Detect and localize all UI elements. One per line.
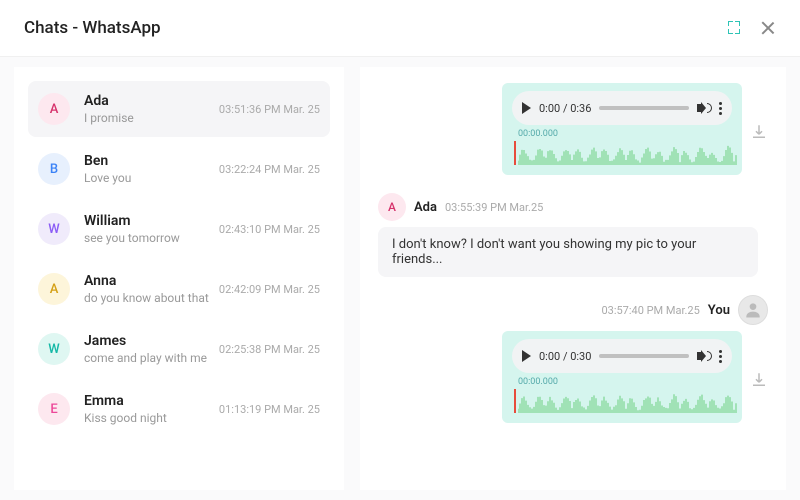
chat-info: Emma Kiss good night (84, 393, 211, 425)
message-time: 03:57:40 PM Mar.25 (601, 304, 699, 317)
text-message: I don't know? I don't want you showing m… (378, 227, 758, 277)
volume-icon[interactable] (697, 349, 711, 363)
chat-item[interactable]: E Emma Kiss good night 01:13:19 PM Mar. … (28, 381, 330, 437)
audio-player[interactable]: 0:00 / 0:36 (512, 91, 732, 125)
avatar: A (38, 93, 70, 125)
more-icon[interactable] (719, 102, 722, 115)
chat-time: 03:22:24 PM Mar. 25 (219, 163, 320, 176)
chat-list[interactable]: A Ada I promise 03:51:36 PM Mar. 25 B Be… (14, 67, 344, 490)
conversation-pane[interactable]: 0:00 / 0:36 00:00.000 A Ada 03:55:39 PM … (360, 67, 786, 490)
message-block: A Ada 03:55:39 PM Mar.25 I don't know? I… (378, 193, 768, 277)
avatar: A (38, 273, 70, 305)
chat-time: 02:25:38 PM Mar. 25 (219, 343, 320, 356)
download-icon[interactable] (750, 123, 768, 141)
waveform[interactable]: 00:00.000 (512, 129, 732, 165)
chat-preview: I promise (84, 111, 211, 125)
chat-preview: Love you (84, 171, 211, 185)
chat-info: Ada I promise (84, 93, 211, 125)
chat-item[interactable]: A Anna do you know about that 02:42:09 P… (28, 261, 330, 317)
chat-time: 03:51:36 PM Mar. 25 (219, 103, 320, 116)
message-row: 0:00 / 0:36 00:00.000 (378, 83, 768, 175)
waveform-cursor[interactable] (514, 141, 516, 165)
chat-info: Anna do you know about that (84, 273, 211, 305)
volume-icon[interactable] (697, 101, 711, 115)
expand-icon[interactable] (728, 21, 742, 35)
sender-name: You (708, 303, 730, 318)
audio-progress[interactable] (599, 354, 689, 358)
more-icon[interactable] (719, 350, 722, 363)
avatar: W (38, 213, 70, 245)
audio-card: 0:00 / 0:30 00:00.000 (502, 331, 742, 423)
close-icon[interactable] (760, 20, 776, 36)
chat-preview: see you tomorrow (84, 231, 211, 245)
chat-item[interactable]: W James come and play with me 02:25:38 P… (28, 321, 330, 377)
audio-card: 0:00 / 0:36 00:00.000 (502, 83, 742, 175)
avatar: E (38, 393, 70, 425)
chat-name: Ada (84, 93, 211, 109)
body: A Ada I promise 03:51:36 PM Mar. 25 B Be… (0, 57, 800, 500)
chat-name: Anna (84, 273, 211, 289)
message-meta: 03:57:40 PM Mar.25 You (378, 295, 768, 325)
avatar (738, 295, 768, 325)
header: Chats - WhatsApp (0, 0, 800, 57)
chat-info: William see you tomorrow (84, 213, 211, 245)
header-actions (728, 20, 776, 36)
chat-name: Ben (84, 153, 211, 169)
chat-info: James come and play with me (84, 333, 211, 365)
chat-info: Ben Love you (84, 153, 211, 185)
chat-time: 02:42:09 PM Mar. 25 (219, 283, 320, 296)
chat-time: 02:43:10 PM Mar. 25 (219, 223, 320, 236)
chat-name: William (84, 213, 211, 229)
message-row: 0:00 / 0:30 00:00.000 (378, 331, 768, 423)
waveform-timestamp: 00:00.000 (518, 377, 558, 387)
audio-message: 0:00 / 0:30 00:00.000 (502, 331, 768, 423)
audio-message: 0:00 / 0:36 00:00.000 (502, 83, 768, 175)
chat-item[interactable]: W William see you tomorrow 02:43:10 PM M… (28, 201, 330, 257)
chat-preview: do you know about that (84, 291, 211, 305)
waveform-cursor[interactable] (514, 389, 516, 413)
chat-name: Emma (84, 393, 211, 409)
message-meta: A Ada 03:55:39 PM Mar.25 (378, 193, 768, 221)
page-title: Chats - WhatsApp (24, 18, 161, 38)
chat-preview: come and play with me (84, 351, 211, 365)
message-block: 03:57:40 PM Mar.25 You 0:00 / 0:30 00:00… (378, 295, 768, 423)
avatar: B (38, 153, 70, 185)
audio-time: 0:00 / 0:36 (539, 102, 591, 115)
avatar: W (38, 333, 70, 365)
download-icon[interactable] (750, 371, 768, 389)
waveform-timestamp: 00:00.000 (518, 129, 558, 139)
chat-time: 01:13:19 PM Mar. 25 (219, 403, 320, 416)
play-icon[interactable] (522, 350, 531, 362)
chat-item[interactable]: B Ben Love you 03:22:24 PM Mar. 25 (28, 141, 330, 197)
message-time: 03:55:39 PM Mar.25 (445, 201, 543, 214)
audio-player[interactable]: 0:00 / 0:30 (512, 339, 732, 373)
app-root: Chats - WhatsApp A Ada I promise 03:51:3… (0, 0, 800, 500)
audio-time: 0:00 / 0:30 (539, 350, 591, 363)
avatar: A (378, 193, 406, 221)
chat-preview: Kiss good night (84, 411, 211, 425)
waveform[interactable]: 00:00.000 (512, 377, 732, 413)
audio-progress[interactable] (599, 106, 689, 110)
chat-item[interactable]: A Ada I promise 03:51:36 PM Mar. 25 (28, 81, 330, 137)
sender-name: Ada (414, 200, 437, 215)
play-icon[interactable] (522, 102, 531, 114)
chat-name: James (84, 333, 211, 349)
